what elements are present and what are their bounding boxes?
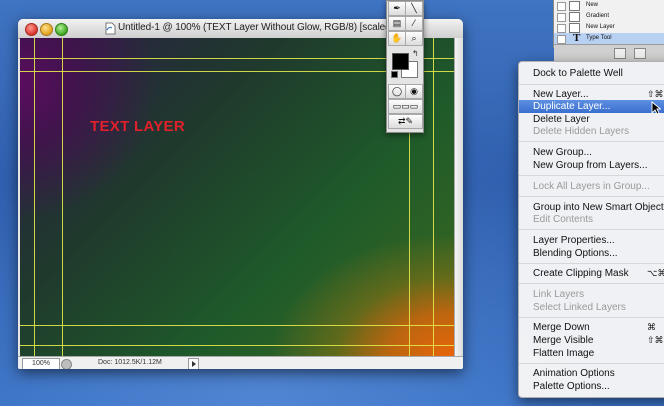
zoom-level-field[interactable]: 100%	[22, 358, 60, 369]
menu-separator	[519, 317, 664, 318]
menu-item-layer-properties[interactable]: Layer Properties...	[519, 234, 664, 247]
menu-item-palette-options[interactable]: Palette Options...	[519, 380, 664, 393]
quick-mask-mode-icon[interactable]: ◉	[405, 84, 423, 99]
layers-palette-menu: Dock to Palette Well New Layer... ⇧⌘ Dupl…	[518, 61, 664, 398]
line-tool-icon[interactable]: ╲	[405, 1, 423, 16]
document-title: Untitled-1 @ 100% (TEXT Layer Without Gl…	[118, 22, 394, 33]
menu-item-merge-down[interactable]: Merge Down ⌘	[519, 321, 664, 334]
menu-item-select-linked-layers[interactable]: Select Linked Layers	[519, 301, 664, 314]
menu-item-flatten-image[interactable]: Flatten Image	[519, 347, 664, 360]
close-window-button[interactable]	[25, 23, 38, 36]
menu-separator	[519, 84, 664, 85]
type-layer-icon: T	[573, 32, 581, 44]
zoom-window-button[interactable]	[55, 23, 68, 36]
menu-item-link-layers[interactable]: Link Layers	[519, 288, 664, 301]
document-size-readout: Doc: 1012.5K/1.12M	[98, 359, 162, 366]
visibility-eye-icon[interactable]	[557, 24, 566, 33]
menu-separator	[519, 196, 664, 197]
status-bar: 100% Doc: 1012.5K/1.12M	[18, 356, 463, 369]
menu-item-lock-all-layers[interactable]: Lock All Layers in Group...	[519, 180, 664, 193]
menu-item-new-group[interactable]: New Group...	[519, 146, 664, 159]
visibility-eye-icon[interactable]	[557, 13, 566, 22]
layers-panel: New Gradient New Layer T Type Tool	[553, 0, 664, 61]
menu-item-blending-options[interactable]: Blending Options...	[519, 247, 664, 260]
menu-item-delete-hidden-layers[interactable]: Delete Hidden Layers	[519, 125, 664, 138]
notes-tool-icon[interactable]: ▤	[388, 16, 406, 31]
minimize-window-button[interactable]	[40, 23, 53, 36]
menu-separator	[519, 363, 664, 364]
vertical-scrollbar[interactable]	[454, 38, 463, 356]
pen-tool-icon[interactable]: ✒	[388, 1, 406, 16]
screen-mode-icon[interactable]: ▭▭▭	[388, 99, 423, 114]
vertical-guide[interactable]	[34, 38, 35, 356]
zoom-tool-icon[interactable]: ⌕	[405, 31, 423, 46]
menu-separator	[519, 283, 664, 284]
swap-colors-icon[interactable]: ↰	[412, 49, 419, 58]
menu-item-edit-contents[interactable]: Edit Contents	[519, 213, 664, 226]
menu-separator	[519, 141, 664, 142]
layer-name: New	[586, 2, 599, 8]
horizontal-guide[interactable]	[20, 345, 454, 346]
vertical-guide[interactable]	[62, 38, 63, 356]
default-colors-icon[interactable]	[391, 71, 398, 78]
menu-item-merge-visible[interactable]: Merge Visible ⇧⌘	[519, 334, 664, 347]
horizontal-guide[interactable]	[20, 325, 454, 326]
eyedropper-tool-icon[interactable]: ⁄	[405, 16, 423, 31]
layers-panel-footer	[554, 44, 664, 61]
layer-thumbnail	[569, 1, 580, 11]
menu-item-animation-options[interactable]: Animation Options	[519, 367, 664, 380]
visibility-eye-icon[interactable]	[557, 2, 566, 11]
menu-item-dock-to-palette-well[interactable]: Dock to Palette Well	[519, 67, 664, 80]
menu-item-create-clipping-mask[interactable]: Create Clipping Mask ⌥⌘	[519, 267, 664, 280]
delete-layer-button[interactable]	[634, 48, 646, 59]
hand-tool-icon[interactable]: ✋	[388, 31, 406, 46]
tools-palette: ✒ ╲ ▤ ⁄ ✋ ⌕ ↰ ◯ ◉ ▭▭▭ ⇄✎	[386, 0, 424, 133]
menu-item-duplicate-layer[interactable]: Duplicate Layer...	[519, 100, 664, 113]
standard-mode-icon[interactable]: ◯	[388, 84, 406, 99]
layer-name: Gradient	[586, 13, 610, 19]
menu-separator	[519, 175, 664, 176]
foreground-color-swatch[interactable]	[392, 53, 409, 70]
layer-name: New Layer	[586, 24, 615, 30]
document-proxy-icon[interactable]	[104, 22, 116, 35]
text-layer-content[interactable]: TEXT LAYER	[90, 118, 185, 135]
status-menu-arrow-icon[interactable]	[188, 358, 199, 369]
menu-separator	[519, 229, 664, 230]
layer-thumbnail	[569, 12, 580, 22]
layer-name: Type Tool	[586, 35, 612, 41]
menu-item-new-group-from-layers[interactable]: New Group from Layers...	[519, 159, 664, 172]
mouse-pointer-icon	[651, 101, 661, 115]
visibility-eye-icon[interactable]	[557, 35, 566, 44]
menu-separator	[519, 263, 664, 264]
new-layer-button[interactable]	[614, 48, 626, 59]
vertical-guide[interactable]	[433, 38, 434, 356]
status-info-icon[interactable]	[61, 359, 72, 369]
jump-to-imageready-icon[interactable]: ⇄✎	[388, 114, 423, 129]
